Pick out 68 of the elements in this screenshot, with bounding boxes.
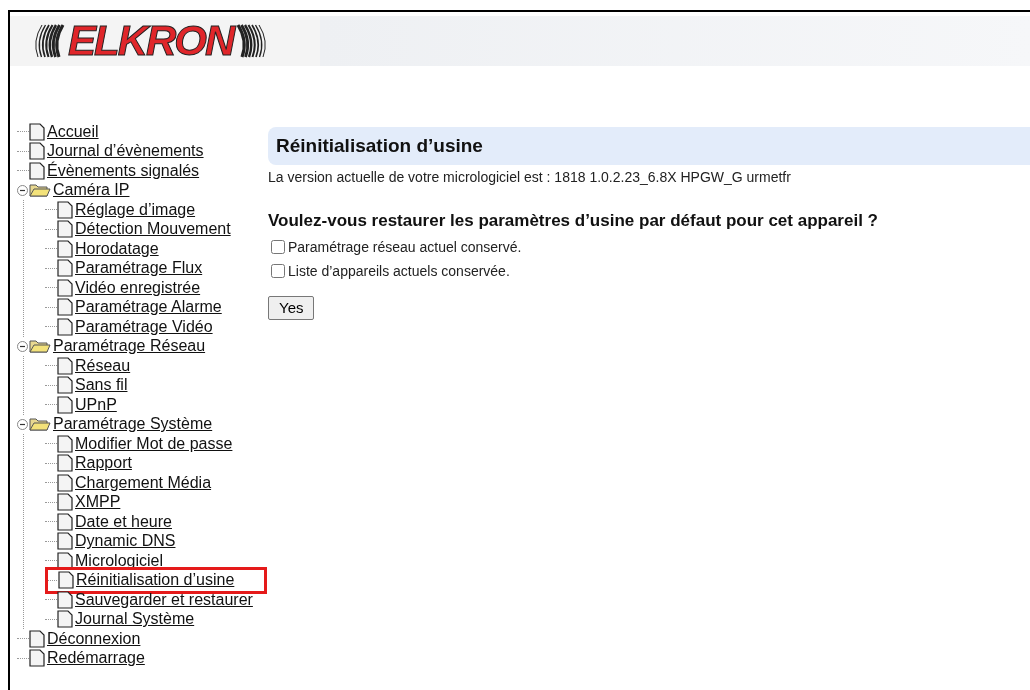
collapse-toggle[interactable] <box>17 418 28 430</box>
nav-link[interactable]: Dynamic DNS <box>75 532 176 551</box>
page-icon <box>57 395 73 414</box>
nav-link[interactable]: Paramétrage Système <box>53 415 213 434</box>
page-icon <box>29 161 45 180</box>
page-icon <box>57 512 73 531</box>
page-icon <box>57 356 73 375</box>
nav-link[interactable]: Chargement Média <box>75 473 212 492</box>
option-checkbox[interactable] <box>271 264 285 278</box>
firmware-version-text: La version actuelle de votre micrologiciel est : 1818 1.0.2.23_6.8X HPGW_G urmetfr <box>268 168 792 187</box>
yes-button[interactable]: Yes <box>268 295 315 320</box>
logo: ELKRON <box>10 16 320 66</box>
nav-link[interactable]: Journal d’évènements <box>47 142 204 161</box>
page-icon <box>29 142 45 161</box>
collapse-toggle[interactable] <box>17 184 28 196</box>
page-icon <box>57 551 73 570</box>
nav-link[interactable]: Réseau <box>75 356 131 375</box>
nav-link[interactable]: XMPP <box>75 493 121 512</box>
option-checkbox[interactable] <box>271 240 285 254</box>
page-icon <box>57 259 73 278</box>
nav-link[interactable]: Paramétrage Flux <box>75 259 203 278</box>
page-icon <box>57 434 73 453</box>
nav-link[interactable]: Évènements signalés <box>47 161 200 180</box>
nav-link[interactable]: Accueil <box>47 122 99 141</box>
folder-icon <box>29 182 51 199</box>
nav-link[interactable]: Modifier Mot de passe <box>75 434 233 453</box>
page-icon <box>29 629 45 648</box>
option-label: Paramétrage réseau actuel conservé. <box>288 237 522 257</box>
nav-link[interactable]: UPnP <box>75 395 117 414</box>
page-icon <box>57 200 73 219</box>
nav-link[interactable]: Paramétrage Réseau <box>53 337 206 356</box>
nav-link[interactable]: Vidéo enregistrée <box>75 278 201 297</box>
page-icon <box>29 649 45 668</box>
page-icon <box>57 493 73 512</box>
nav-link[interactable]: Réglage d’image <box>75 200 196 219</box>
page-icon <box>57 278 73 297</box>
page-icon <box>57 239 73 258</box>
nav-link[interactable]: Caméra IP <box>53 181 130 200</box>
page-title: Réinitialisation d’usine <box>276 133 483 158</box>
nav-link[interactable]: Déconnexion <box>47 629 141 648</box>
page-icon <box>57 376 73 395</box>
nav-link[interactable]: Journal Système <box>75 610 195 629</box>
page-icon <box>57 473 73 492</box>
page-icon <box>58 571 74 590</box>
nav-link[interactable]: Sauvegarder et restaurer <box>75 590 253 609</box>
page-icon <box>57 610 73 629</box>
page-icon <box>57 590 73 609</box>
nav-link[interactable]: Rapport <box>75 454 132 473</box>
nav-link[interactable]: Redémarrage <box>47 649 145 668</box>
nav-link[interactable]: Détection Mouvement <box>75 220 231 239</box>
nav-link[interactable]: Sans fil <box>75 376 128 395</box>
nav-link[interactable]: Micrologiciel <box>75 551 164 570</box>
page-icon <box>57 317 73 336</box>
nav-link[interactable]: Paramétrage Vidéo <box>75 317 213 336</box>
page-icon <box>57 220 73 239</box>
reset-question: Voulez-vous restaurer les paramètres d’usine par défaut pour cet appareil ? <box>268 210 879 232</box>
folder-icon <box>29 416 51 433</box>
page-icon <box>57 532 73 551</box>
nav-link[interactable]: Date et heure <box>75 512 172 531</box>
page-icon <box>57 454 73 473</box>
nav-link[interactable]: Réinitialisation d’usine <box>76 571 235 590</box>
page-icon <box>57 298 73 317</box>
nav-link[interactable]: Paramétrage Alarme <box>75 298 222 317</box>
collapse-toggle[interactable] <box>17 340 28 352</box>
page-icon <box>29 122 45 141</box>
folder-icon <box>29 338 51 355</box>
option-label: Liste d’appareils actuels conservée. <box>288 261 510 281</box>
nav-link[interactable]: Horodatage <box>75 239 159 258</box>
